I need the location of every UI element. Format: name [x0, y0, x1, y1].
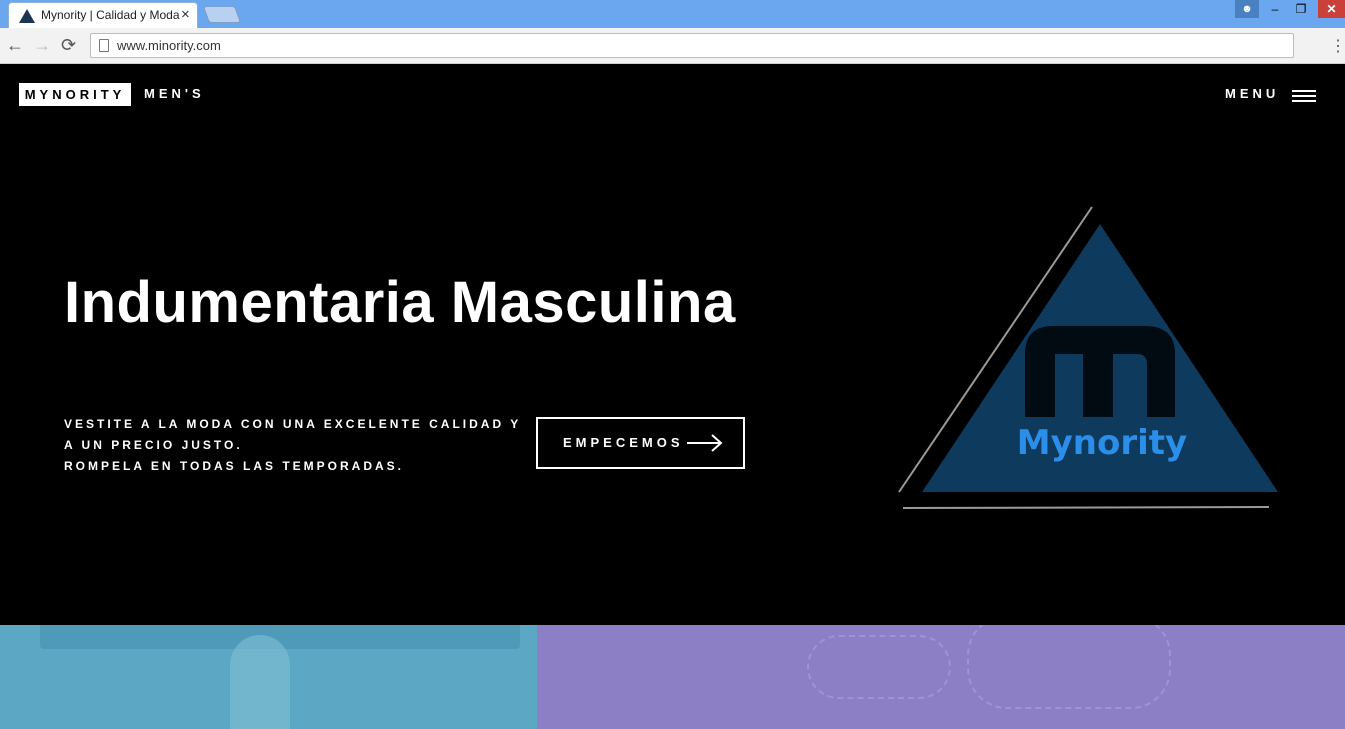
hero-description: VESTITE A LA MODA CON UNA EXCELENTE CALI…: [64, 414, 522, 477]
menu-link[interactable]: MENU: [1225, 86, 1279, 101]
arrow-right-icon: [687, 434, 723, 452]
new-tab-button[interactable]: [202, 6, 242, 23]
category-tile-right[interactable]: [537, 625, 1345, 729]
browser-tab[interactable]: Mynority | Calidad y Moda ×: [8, 2, 198, 28]
site-favicon-icon: [19, 9, 35, 23]
hero-line: A UN PRECIO JUSTO.: [64, 438, 243, 452]
page-icon: [99, 39, 109, 52]
browser-menu-icon[interactable]: ⋮: [1330, 36, 1345, 56]
logo-wordmark: Mynority: [1017, 423, 1187, 463]
tab-title: Mynority | Calidad y Moda: [41, 8, 180, 22]
close-tab-icon[interactable]: ×: [181, 6, 190, 23]
close-window-button[interactable]: ✕: [1318, 0, 1345, 18]
minimize-button[interactable]: ‒: [1262, 0, 1288, 18]
brand-subtitle[interactable]: MEN'S: [144, 86, 205, 101]
hero-line: VESTITE A LA MODA CON UNA EXCELENTE CALI…: [64, 417, 522, 431]
mynority-triangle-logo: Mynority: [898, 206, 1278, 509]
hamburger-menu-icon[interactable]: [1292, 90, 1316, 102]
address-bar[interactable]: www.minority.com: [90, 33, 1294, 58]
url-text[interactable]: www.minority.com: [117, 38, 221, 53]
maximize-button[interactable]: ❐: [1288, 0, 1314, 18]
reload-icon[interactable]: ⟳: [61, 35, 76, 56]
browser-toolbar: ← → ⟳ www.minority.com ⋮: [0, 28, 1345, 64]
hero-title: Indumentaria Masculina: [64, 270, 736, 335]
brand-logo[interactable]: MYNORITY: [19, 83, 131, 106]
user-profile-icon[interactable]: ☻: [1235, 0, 1259, 18]
browser-titlebar: Mynority | Calidad y Moda × ☻ ‒ ❐ ✕: [0, 0, 1345, 28]
forward-arrow-icon[interactable]: →: [33, 35, 51, 56]
empecemos-button[interactable]: EMPECEMOS: [536, 417, 745, 469]
back-arrow-icon[interactable]: ←: [6, 35, 24, 56]
category-tile-left[interactable]: [0, 625, 537, 729]
hero-line: ROMPELA EN TODAS LAS TEMPORADAS.: [64, 459, 405, 473]
cta-label: EMPECEMOS: [563, 435, 684, 450]
website-viewport: MYNORITY MEN'S MENU Indumentaria Masculi…: [0, 64, 1345, 729]
